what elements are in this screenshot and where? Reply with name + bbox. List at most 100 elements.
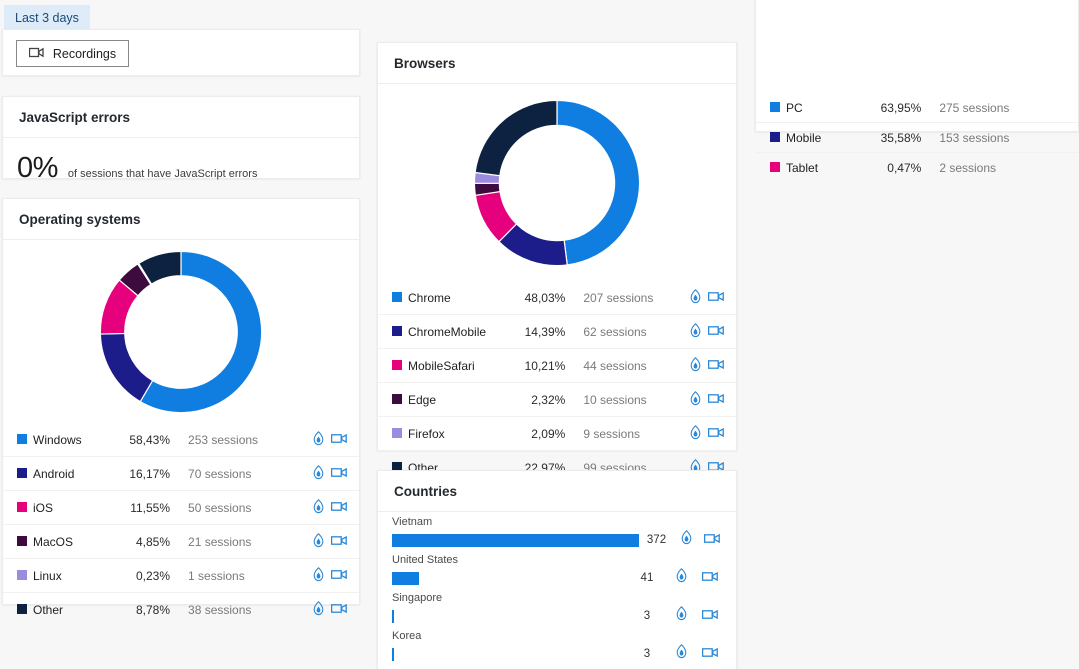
recordings-action-cell[interactable] <box>331 457 359 491</box>
legend-sessions: 38 sessions <box>170 593 305 627</box>
legend-row[interactable]: Windows58,43%253 sessions <box>3 423 359 457</box>
video-camera-icon[interactable] <box>708 291 724 302</box>
legend-row[interactable]: Other8,78%38 sessions <box>3 593 359 627</box>
legend-row[interactable]: Chrome48,03%207 sessions <box>378 281 736 315</box>
video-camera-icon[interactable] <box>702 609 718 620</box>
recordings-action-cell[interactable] <box>699 531 724 549</box>
flame-icon[interactable] <box>689 323 702 338</box>
flame-icon[interactable] <box>312 567 325 582</box>
recordings-action-cell[interactable] <box>695 645 724 663</box>
flame-icon[interactable] <box>675 568 688 583</box>
legend-row[interactable]: Linux0,23%1 sessions <box>3 559 359 593</box>
legend-row[interactable]: Edge2,32%10 sessions <box>378 383 736 417</box>
heatmap-action-cell[interactable] <box>682 281 708 315</box>
country-row[interactable]: Vietnam372 <box>378 512 736 550</box>
video-camera-icon[interactable] <box>331 433 347 444</box>
legend-label: Linux <box>33 559 108 593</box>
legend-row[interactable]: iOS11,55%50 sessions <box>3 491 359 525</box>
heatmap-action-cell[interactable] <box>667 568 696 588</box>
heatmap-action-cell[interactable] <box>305 559 331 593</box>
legend-row[interactable]: MobileSafari10,21%44 sessions <box>378 349 736 383</box>
video-camera-icon[interactable] <box>702 571 718 582</box>
recordings-action-cell[interactable] <box>708 281 736 315</box>
recordings-action-cell[interactable] <box>695 607 724 625</box>
country-name: United States <box>392 550 724 568</box>
recordings-action-cell[interactable] <box>331 559 359 593</box>
heatmap-action-cell[interactable] <box>305 593 331 627</box>
recordings-button[interactable]: Recordings <box>16 40 129 67</box>
legend-row[interactable]: MacOS4,85%21 sessions <box>3 525 359 559</box>
flame-icon[interactable] <box>312 499 325 514</box>
country-row[interactable]: Singapore3 <box>378 588 736 626</box>
country-row[interactable]: United States41 <box>378 550 736 588</box>
flame-icon[interactable] <box>689 391 702 406</box>
donut-slice[interactable] <box>100 333 152 401</box>
video-camera-icon[interactable] <box>702 647 718 658</box>
legend-label: Edge <box>408 383 511 417</box>
legend-color-swatch <box>770 102 780 112</box>
video-camera-icon[interactable] <box>708 359 724 370</box>
recordings-action-cell[interactable] <box>331 593 359 627</box>
heatmap-action-cell[interactable] <box>682 417 708 451</box>
donut-slice[interactable] <box>475 100 557 175</box>
recordings-action-cell[interactable] <box>695 569 724 587</box>
legend-percent: 35,58% <box>849 123 921 153</box>
country-row[interactable]: Korea3 <box>378 626 736 664</box>
heatmap-action-cell[interactable] <box>682 383 708 417</box>
flame-icon[interactable] <box>689 425 702 440</box>
legend-row[interactable]: ChromeMobile14,39%62 sessions <box>378 315 736 349</box>
heatmap-action-cell[interactable] <box>674 530 699 550</box>
heatmap-action-cell[interactable] <box>682 349 708 383</box>
flame-icon[interactable] <box>675 644 688 659</box>
recordings-action-cell[interactable] <box>708 349 736 383</box>
heatmap-action-cell[interactable] <box>305 457 331 491</box>
heatmap-action-cell[interactable] <box>305 491 331 525</box>
heatmap-action-cell[interactable] <box>305 423 331 457</box>
flame-icon[interactable] <box>312 533 325 548</box>
video-camera-icon[interactable] <box>708 325 724 336</box>
legend-row[interactable]: Android16,17%70 sessions <box>3 457 359 491</box>
date-range-chip[interactable]: Last 3 days <box>4 5 90 32</box>
legend-row[interactable]: Firefox2,09%9 sessions <box>378 417 736 451</box>
donut-slice[interactable] <box>557 100 640 264</box>
video-camera-icon[interactable] <box>331 467 347 478</box>
legend-row[interactable]: PC63,95%275 sessions <box>756 93 1078 123</box>
flame-icon[interactable] <box>680 530 693 545</box>
flame-icon[interactable] <box>312 465 325 480</box>
legend-color-swatch <box>17 604 27 614</box>
legend-label: MacOS <box>33 525 108 559</box>
recordings-card: Recordings <box>2 29 360 76</box>
flame-icon[interactable] <box>312 431 325 446</box>
recordings-action-cell[interactable] <box>708 315 736 349</box>
heatmap-action-cell[interactable] <box>667 644 696 664</box>
javascript-errors-description: of sessions that have JavaScript errors <box>68 168 258 180</box>
country-name: Korea <box>392 626 724 644</box>
video-camera-icon[interactable] <box>331 535 347 546</box>
recordings-action-cell[interactable] <box>708 417 736 451</box>
legend-label: Firefox <box>408 417 511 451</box>
heatmap-action-cell[interactable] <box>682 315 708 349</box>
video-camera-icon[interactable] <box>708 393 724 404</box>
legend-row[interactable]: Mobile35,58%153 sessions <box>756 123 1078 153</box>
legend-row[interactable]: Tablet0,47%2 sessions <box>756 153 1078 183</box>
video-camera-icon[interactable] <box>331 569 347 580</box>
legend-label: PC <box>786 93 849 123</box>
video-camera-icon <box>29 47 44 61</box>
browsers-title: Browsers <box>378 43 736 84</box>
video-camera-icon[interactable] <box>708 427 724 438</box>
recordings-action-cell[interactable] <box>708 383 736 417</box>
video-camera-icon[interactable] <box>331 501 347 512</box>
flame-icon[interactable] <box>675 606 688 621</box>
operating-systems-legend: Windows58,43%253 sessionsAndroid16,17%70… <box>3 423 359 626</box>
flame-icon[interactable] <box>689 289 702 304</box>
recordings-action-cell[interactable] <box>331 423 359 457</box>
recordings-action-cell[interactable] <box>331 491 359 525</box>
flame-icon[interactable] <box>689 357 702 372</box>
video-camera-icon[interactable] <box>331 603 347 614</box>
heatmap-action-cell[interactable] <box>305 525 331 559</box>
video-camera-icon[interactable] <box>704 533 720 544</box>
heatmap-action-cell[interactable] <box>667 606 696 626</box>
operating-systems-donut-chart <box>3 240 359 423</box>
recordings-action-cell[interactable] <box>331 525 359 559</box>
flame-icon[interactable] <box>312 601 325 616</box>
